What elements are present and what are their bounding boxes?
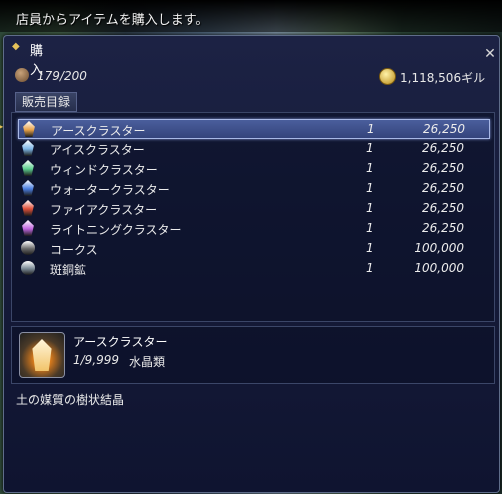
item-qty: 1 bbox=[366, 161, 374, 175]
hint-bar: 店員からアイテムを購入します。 bbox=[0, 0, 502, 32]
item-price: 26,250 bbox=[422, 201, 464, 215]
list-item[interactable]: 斑銅鉱 1 100,000 bbox=[18, 259, 488, 277]
item-name: ウィンドクラスター bbox=[50, 163, 158, 177]
item-detail-panel: アースクラスター 1/9,999 水晶類 bbox=[11, 326, 495, 384]
bornite-icon bbox=[21, 261, 35, 275]
item-description: 土の媒質の樹状結晶 bbox=[16, 393, 125, 407]
list-item[interactable]: ウォータークラスター 1 26,250 bbox=[18, 179, 488, 197]
earth-cluster-icon bbox=[23, 121, 35, 137]
ice-cluster-icon bbox=[22, 140, 34, 156]
item-qty: 1 bbox=[366, 241, 374, 255]
item-qty: 1 bbox=[366, 141, 374, 155]
wind-cluster-icon bbox=[22, 160, 34, 176]
item-price: 100,000 bbox=[414, 241, 464, 255]
list-item[interactable]: ファイアクラスター 1 26,250 bbox=[18, 199, 488, 217]
item-name: コークス bbox=[50, 243, 98, 257]
inventory-count: 179/200 bbox=[37, 69, 87, 83]
close-button[interactable]: ✕ bbox=[482, 46, 498, 62]
bag-icon bbox=[15, 68, 29, 82]
water-cluster-icon bbox=[22, 180, 34, 196]
list-item[interactable]: ライトニングクラスター 1 26,250 bbox=[18, 219, 488, 237]
item-name: ライトニングクラスター bbox=[50, 223, 182, 237]
gil-coin-icon bbox=[379, 68, 396, 85]
item-list: アースクラスター 1 26,250 アイスクラスター 1 26,250 ウィンド… bbox=[11, 112, 495, 322]
gil-amount: 1,118,506ギル bbox=[400, 71, 486, 85]
item-qty: 1 bbox=[366, 181, 374, 195]
list-item[interactable]: ウィンドクラスター 1 26,250 bbox=[18, 159, 488, 177]
list-item[interactable]: アースクラスター 1 26,250 bbox=[18, 119, 490, 139]
list-item[interactable]: アイスクラスター 1 26,250 bbox=[18, 139, 488, 157]
tab-catalog[interactable]: 販売目録 bbox=[15, 92, 77, 112]
purchase-window: ✕ ◆ 購入 179/200 1,118,506ギル 販売目録 アースクラスター… bbox=[0, 35, 500, 493]
list-item[interactable]: コークス 1 100,000 bbox=[18, 239, 488, 257]
item-qty: 1 bbox=[366, 201, 374, 215]
item-price: 26,250 bbox=[422, 221, 464, 235]
item-price: 100,000 bbox=[414, 261, 464, 275]
diamond-icon: ◆ bbox=[12, 41, 20, 52]
earth-cluster-large-icon bbox=[19, 332, 65, 378]
detail-category: 水晶類 bbox=[129, 355, 166, 369]
lightning-cluster-icon bbox=[22, 220, 34, 236]
item-name: ウォータークラスター bbox=[50, 183, 170, 197]
fire-cluster-icon bbox=[22, 200, 34, 216]
item-name: 斑銅鉱 bbox=[50, 263, 87, 277]
item-price: 26,250 bbox=[422, 141, 464, 155]
selection-pointer-icon: ▶ bbox=[0, 120, 4, 132]
item-name: アイスクラスター bbox=[50, 143, 145, 157]
item-qty: 1 bbox=[366, 221, 374, 235]
item-price: 26,250 bbox=[423, 122, 465, 136]
item-price: 26,250 bbox=[422, 181, 464, 195]
item-name: ファイアクラスター bbox=[50, 203, 158, 217]
hint-text: 店員からアイテムを購入します。 bbox=[16, 13, 209, 28]
item-price: 26,250 bbox=[422, 161, 464, 175]
detail-stock: 1/9,999 bbox=[73, 353, 120, 367]
item-qty: 1 bbox=[367, 122, 375, 136]
item-qty: 1 bbox=[366, 261, 374, 275]
coke-icon bbox=[21, 241, 35, 255]
crystal-icon bbox=[32, 339, 52, 371]
item-name: アースクラスター bbox=[51, 124, 146, 138]
close-icon[interactable]: ✕ bbox=[484, 46, 496, 62]
detail-item-name: アースクラスター bbox=[73, 335, 168, 349]
